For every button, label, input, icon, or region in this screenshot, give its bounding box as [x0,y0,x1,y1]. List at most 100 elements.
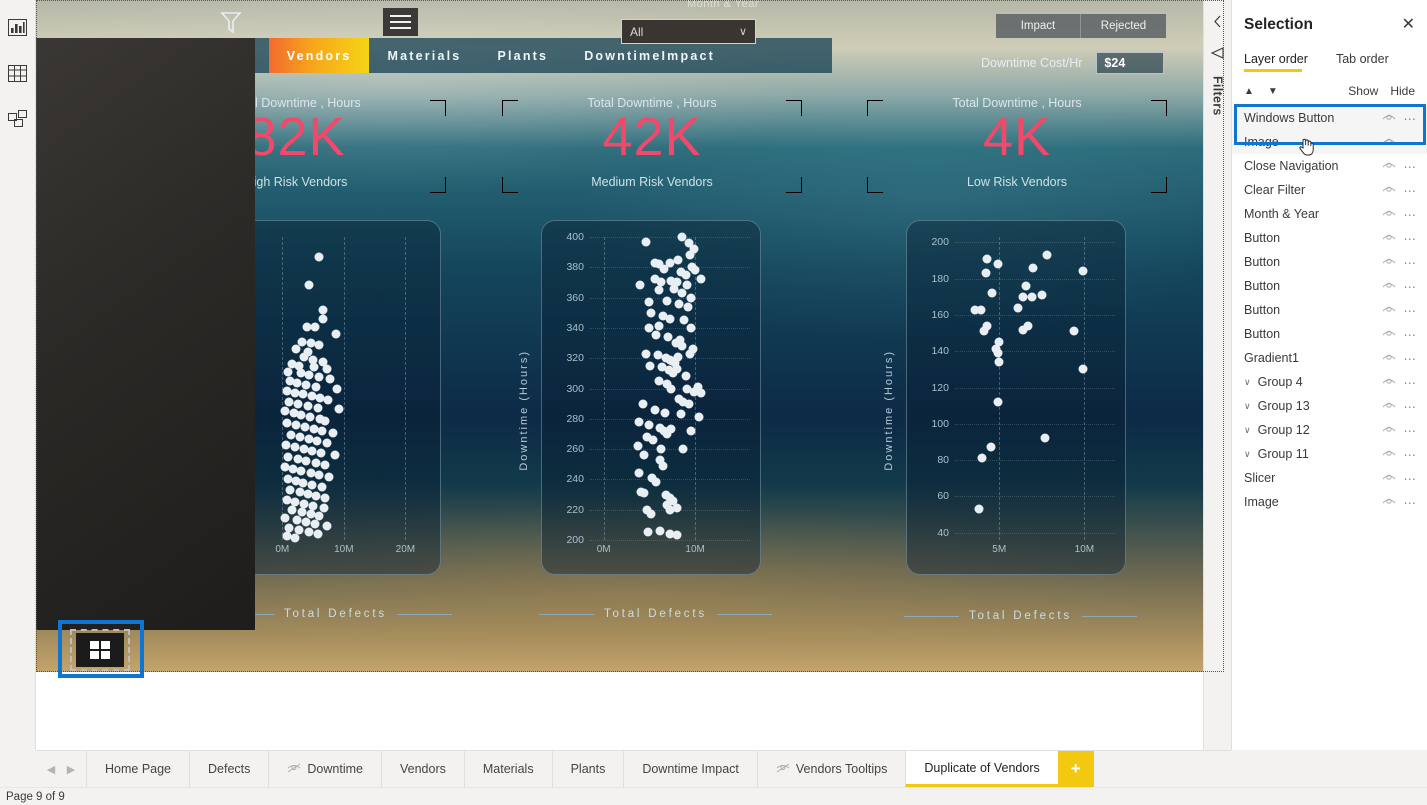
nav-item-vendors[interactable]: Vendors [268,38,370,73]
layer-row[interactable]: Image ⋯ [1232,130,1427,154]
chevron-right-icon[interactable]: ▶ [62,751,80,788]
scatter-point[interactable] [314,372,324,382]
scatter-point[interactable] [293,399,303,409]
chevron-down-icon[interactable]: ∨ [739,25,747,38]
scatter-point[interactable] [298,389,308,399]
page-tab-vendors-tooltips[interactable]: Vendors Tooltips [756,751,906,787]
scatter-point[interactable] [977,453,987,463]
visibility-eye-icon[interactable] [1382,111,1396,125]
scatter-point[interactable] [646,308,656,318]
visibility-eye-icon[interactable] [1382,423,1396,437]
scatter-point[interactable] [654,321,664,331]
layer-row[interactable]: Month & Year ⋯ [1232,202,1427,226]
scatter-point[interactable] [331,329,341,339]
visibility-eye-icon[interactable] [1382,255,1396,269]
scatter-point[interactable] [651,330,661,340]
visibility-eye-icon[interactable] [1382,207,1396,221]
scatter-point[interactable] [660,408,670,418]
scatter-point[interactable] [311,458,321,468]
scatter-point[interactable] [663,332,673,342]
layer-row[interactable]: ∨ Group 11 ⋯ [1232,442,1427,466]
clear-filter-icon[interactable] [220,10,242,36]
scatter-point[interactable] [994,357,1004,367]
scatter-point[interactable] [665,314,675,324]
more-options-icon[interactable]: ⋯ [1404,279,1418,294]
scatter-point[interactable] [644,297,654,307]
arrow-down-icon[interactable]: ▼ [1268,86,1278,97]
scatter-point[interactable] [320,460,330,470]
scatter-point[interactable] [1040,433,1050,443]
scatter-point[interactable] [674,299,684,309]
scatter-point[interactable] [639,488,649,498]
visibility-eye-icon[interactable] [1382,375,1396,389]
scatter-point[interactable] [655,526,665,536]
scatter-point[interactable] [313,403,323,413]
more-options-icon[interactable]: ⋯ [1404,351,1418,366]
scatter-point[interactable] [287,505,297,515]
month-year-slicer[interactable]: All ∨ [621,19,756,44]
scatter-point[interactable] [296,466,306,476]
visibility-eye-icon[interactable] [1382,327,1396,341]
more-options-icon[interactable]: ⋯ [1404,255,1418,270]
scatter-point[interactable] [309,424,319,434]
scatter-point[interactable] [1028,263,1038,273]
layer-row[interactable]: Close Navigation ⋯ [1232,154,1427,178]
scatter-point[interactable] [280,406,290,416]
scatter-point[interactable] [313,529,323,539]
scatter-point[interactable] [301,517,311,527]
scatter-point[interactable] [673,352,683,362]
layer-row[interactable]: Clear Filter ⋯ [1232,178,1427,202]
scatter-point[interactable] [324,472,334,482]
scatter-point[interactable] [322,438,332,448]
scatter-point[interactable] [299,352,309,362]
layer-row[interactable]: ∨ Group 4 ⋯ [1232,370,1427,394]
scatter-point[interactable] [325,374,335,384]
scatter-point[interactable] [1037,290,1047,300]
more-options-icon[interactable]: ⋯ [1404,159,1418,174]
scatter-point[interactable] [304,370,314,380]
layer-row[interactable]: Button ⋯ [1232,250,1427,274]
scatter-point[interactable] [292,515,302,525]
report-view-icon[interactable] [3,14,33,40]
scatter-point[interactable] [281,440,291,450]
scatter-point[interactable] [334,404,344,414]
scatter-point[interactable] [1069,326,1079,336]
scatter-point[interactable] [290,533,300,543]
scatter-point[interactable] [685,250,695,260]
page-tab-downtime[interactable]: Downtime [268,751,381,787]
scatter-point[interactable] [633,441,643,451]
scatter-point[interactable] [296,410,306,420]
page-tab-plants[interactable]: Plants [551,751,624,787]
scatter-point[interactable] [672,503,682,513]
more-options-icon[interactable]: ⋯ [1404,471,1418,486]
scatter-point[interactable] [312,436,322,446]
filters-label[interactable]: Filters [1211,76,1225,116]
scatter-point[interactable] [305,412,315,422]
scatter-point[interactable] [981,268,991,278]
scatter-point[interactable] [982,254,992,264]
scatter-point[interactable] [643,527,653,537]
scatter-point[interactable] [316,448,326,458]
scatter-point[interactable] [672,530,682,540]
page-tab-downtime-impact[interactable]: Downtime Impact [623,751,757,787]
more-options-icon[interactable]: ⋯ [1404,135,1418,150]
more-options-icon[interactable]: ⋯ [1404,327,1418,342]
scatter-point[interactable] [634,417,644,427]
rejected-button[interactable]: Rejected [1081,14,1166,38]
scatter-point[interactable] [1078,364,1088,374]
scatter-point[interactable] [644,323,653,333]
scatter-point[interactable] [291,420,301,430]
scatter-point[interactable] [976,305,986,315]
scatter-point[interactable] [686,323,696,333]
more-options-icon[interactable]: ⋯ [1404,231,1418,246]
tab-tab-order[interactable]: Tab order [1336,52,1389,72]
layer-row[interactable]: Windows Button ⋯ [1232,106,1427,130]
scatter-point[interactable] [1078,266,1088,276]
chevron-down-icon[interactable]: ∨ [1244,425,1251,436]
chevron-left-icon[interactable]: ◀ [42,751,60,788]
scatter-point[interactable] [677,288,687,298]
scatter-point[interactable] [662,296,672,306]
scatter-point[interactable] [681,270,691,280]
scatter-point[interactable] [1023,321,1033,331]
scatter-point[interactable] [317,426,327,436]
